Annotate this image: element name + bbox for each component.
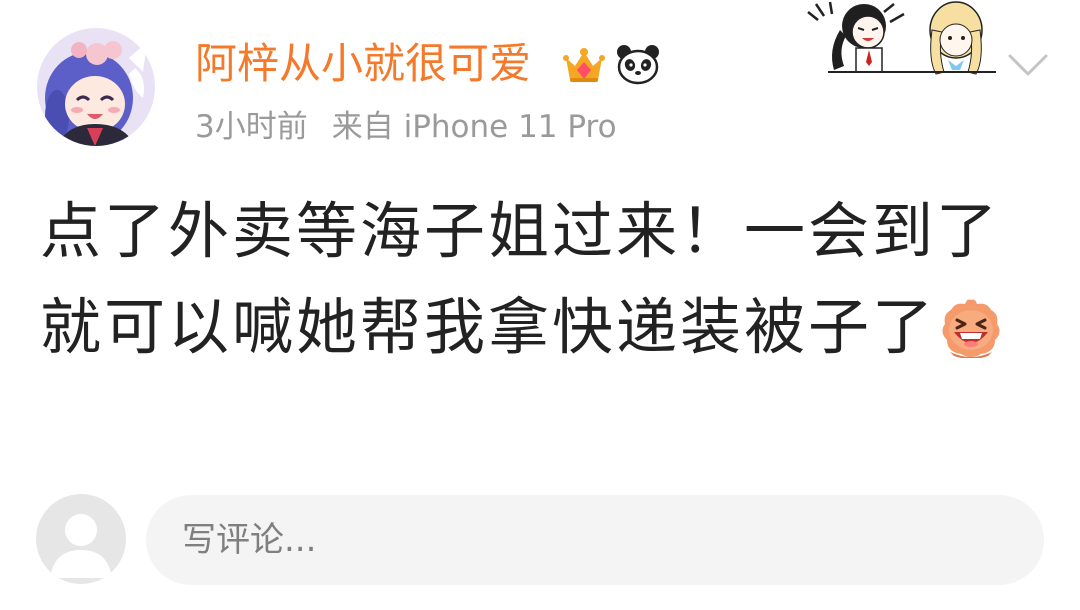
default-user-avatar-icon xyxy=(36,494,126,584)
comment-input[interactable]: 写评论... xyxy=(146,495,1044,585)
laughing-emoji-icon xyxy=(940,296,1002,358)
post-meta: 3小时前 来自 iPhone 11 Pro xyxy=(195,104,617,150)
post-source: 来自 iPhone 11 Pro xyxy=(331,109,617,145)
crown-badge-icon[interactable] xyxy=(560,40,608,88)
post-content: 点了外卖等海子姐过来！一会到了就可以喊她帮我拿快递装被子了 xyxy=(40,184,1052,376)
author-avatar[interactable] xyxy=(37,28,155,146)
comment-placeholder: 写评论... xyxy=(182,520,317,560)
author-username[interactable]: 阿梓从小就很可爱 xyxy=(195,36,531,92)
chevron-down-icon xyxy=(1008,54,1048,76)
anime-girl-avatar-icon xyxy=(37,28,155,146)
panda-badge-icon[interactable] xyxy=(614,40,662,88)
post-text: 点了外卖等海子姐过来！一会到了就可以喊她帮我拿快递装被子了 xyxy=(40,196,1001,363)
commenter-avatar[interactable] xyxy=(36,494,126,584)
expand-menu-button[interactable] xyxy=(1000,44,1056,84)
post-time: 3小时前 xyxy=(195,109,308,145)
anime-characters-sticker xyxy=(800,0,1005,80)
